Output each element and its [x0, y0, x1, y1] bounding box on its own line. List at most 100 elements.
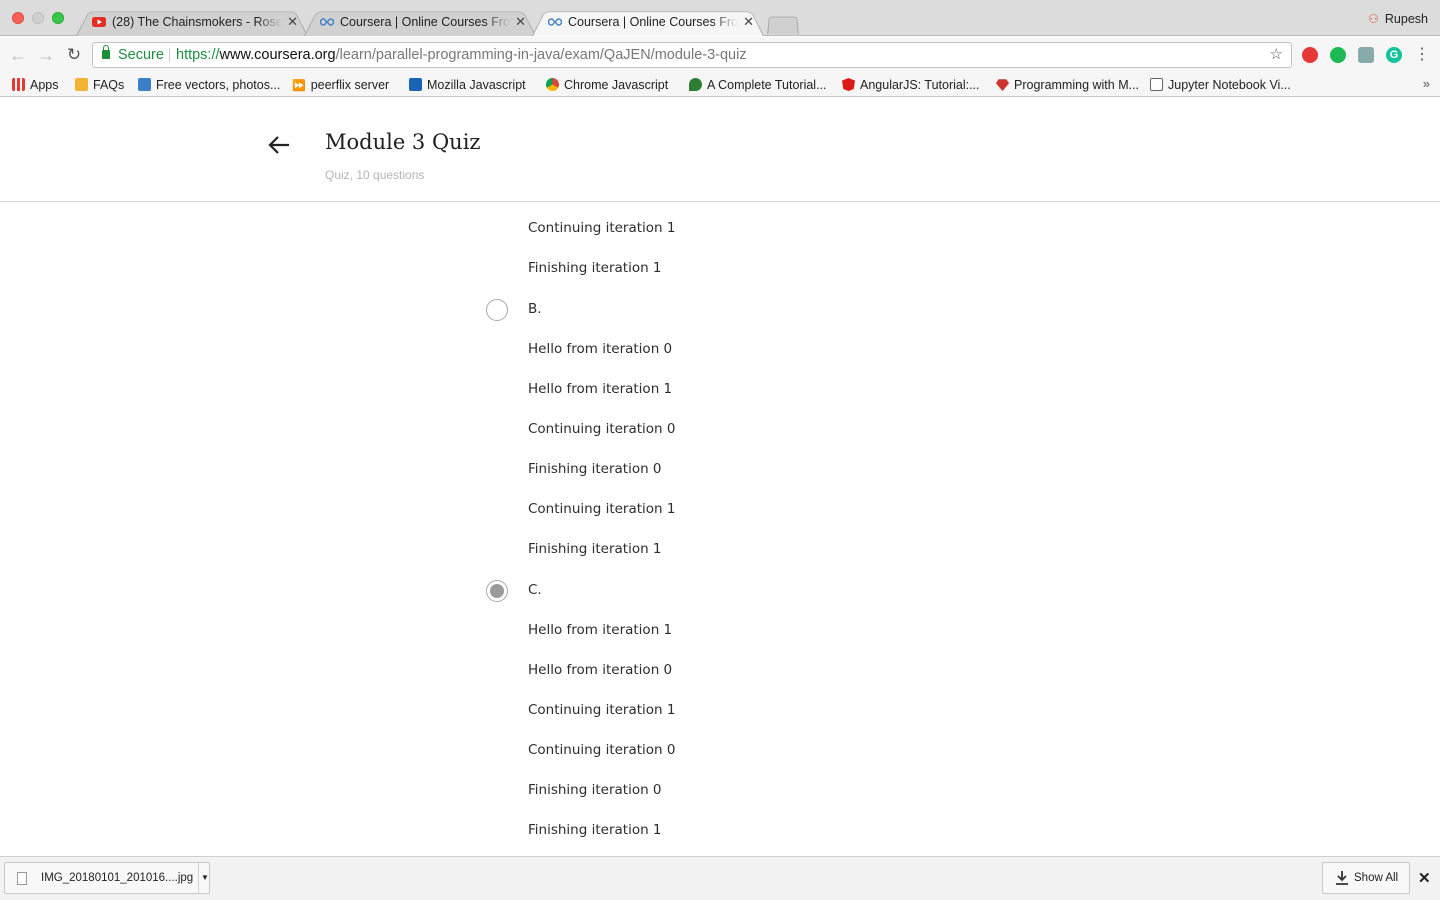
download-shelf: IMG_20180101_201016....jpg ▼ Show All ✕: [0, 856, 1440, 900]
option-c-line: Continuing iteration 1: [528, 702, 676, 718]
reload-icon[interactable]: ↻: [62, 43, 86, 67]
profile-button[interactable]: ⚇ Rupesh: [1368, 12, 1428, 26]
bookmark-programming[interactable]: Programming with M...: [996, 76, 1139, 94]
tab-title: Coursera | Online Courses From: [340, 15, 510, 29]
option-b-line: Continuing iteration 1: [528, 501, 676, 517]
option-a-line: Finishing iteration 1: [528, 260, 662, 276]
bookmark-mozilla[interactable]: Mozilla Javascript: [409, 76, 526, 94]
bookmark-peerflix[interactable]: ⏩ peerflix server: [292, 76, 389, 94]
page-subtitle: Quiz, 10 questions: [325, 168, 425, 182]
bookmark-tutorial[interactable]: A Complete Tutorial...: [689, 76, 827, 94]
option-c-label[interactable]: C.: [528, 582, 542, 598]
profile-name: Rupesh: [1384, 12, 1428, 26]
coursera-icon: [320, 18, 334, 26]
extension-satellite-icon[interactable]: [1358, 47, 1374, 63]
bookmark-jupyter[interactable]: Jupyter Notebook Vi...: [1150, 76, 1291, 94]
url-text: https://www.coursera.org/learn/parallel-…: [176, 43, 747, 67]
url-scheme: https://: [176, 47, 220, 63]
youtube-icon: [92, 17, 106, 27]
bookmark-freepik[interactable]: Free vectors, photos...: [138, 76, 280, 94]
more-bookmarks-icon[interactable]: »: [1423, 76, 1430, 91]
bookmark-angularjs[interactable]: AngularJS: Tutorial:...: [842, 76, 980, 94]
page-title: Module 3 Quiz: [325, 130, 481, 154]
minimize-window-button[interactable]: [32, 12, 44, 24]
browser-menu-icon[interactable]: ⋮: [1414, 45, 1430, 65]
bookmark-label: Free vectors, photos...: [156, 78, 281, 92]
tab-title: Coursera | Online Courses From: [568, 15, 738, 29]
close-tab-icon[interactable]: ✕: [287, 8, 298, 36]
show-all-label: Show All: [1354, 872, 1399, 884]
freepik-icon: [138, 78, 151, 91]
bookmark-faqs[interactable]: FAQs: [75, 76, 124, 94]
bookmark-apps[interactable]: Apps: [12, 76, 59, 94]
tab-title: (28) The Chainsmokers - Roses: [112, 15, 282, 29]
option-b-line: Finishing iteration 1: [528, 541, 662, 557]
bookmark-label: A Complete Tutorial...: [707, 78, 827, 92]
tab-coursera[interactable]: Coursera | Online Courses From ✕: [304, 8, 536, 36]
chrome-icon: [546, 78, 559, 91]
new-tab-button[interactable]: [767, 16, 799, 35]
angular-icon: [842, 78, 855, 91]
secure-label: Secure: [118, 47, 164, 63]
bookmark-label: Chrome Javascript: [564, 78, 669, 92]
bookmark-label: Mozilla Javascript: [427, 78, 526, 92]
lock-icon: [102, 45, 110, 59]
nbviewer-icon: [1150, 78, 1163, 91]
extension-grammarly-icon[interactable]: G: [1386, 47, 1402, 63]
coursera-icon: [548, 18, 562, 26]
option-b-line: Hello from iteration 0: [528, 341, 673, 357]
close-tab-icon[interactable]: ✕: [515, 8, 526, 36]
bookmark-label: Apps: [30, 78, 59, 92]
option-c-line: Finishing iteration 0: [528, 782, 662, 798]
option-c-radio[interactable]: [486, 580, 508, 602]
folder-icon: [75, 78, 88, 91]
ruby-icon: [996, 79, 1009, 91]
quiz-header: Module 3 Quiz Quiz, 10 questions: [0, 98, 1440, 202]
option-c-line: Hello from iteration 1: [528, 622, 673, 638]
close-icon[interactable]: ✕: [1418, 869, 1431, 887]
fast-forward-icon: ⏩: [292, 80, 306, 92]
forward-arrow-icon[interactable]: →: [34, 43, 58, 67]
quiz-content: Continuing iteration 1 Finishing iterati…: [0, 203, 1440, 856]
tab-youtube[interactable]: (28) The Chainsmokers - Roses ✕: [76, 8, 308, 36]
url-host: www.coursera.org: [219, 47, 336, 63]
extension-chat-icon[interactable]: [1330, 47, 1346, 63]
divider: [169, 48, 170, 62]
apps-grid-icon: [12, 78, 25, 91]
bookmark-star-icon[interactable]: ☆: [1270, 43, 1283, 67]
address-bar[interactable]: Secure https://www.coursera.org/learn/pa…: [92, 42, 1292, 68]
option-b-radio[interactable]: [486, 299, 508, 321]
close-tab-icon[interactable]: ✕: [743, 8, 754, 36]
tab-strip: (28) The Chainsmokers - Roses ✕ Coursera…: [0, 0, 1440, 36]
chevron-down-icon[interactable]: ▼: [198, 863, 211, 893]
option-c-line: Continuing iteration 0: [528, 742, 676, 758]
close-window-button[interactable]: [12, 12, 24, 24]
extension-adblock-icon[interactable]: [1302, 47, 1318, 63]
bookmarks-bar: Apps FAQs Free vectors, photos... ⏩ peerf…: [0, 73, 1440, 97]
download-file-name: IMG_20180101_201016....jpg: [41, 872, 194, 884]
bookmark-label: FAQs: [93, 78, 125, 92]
zoom-window-button[interactable]: [52, 12, 64, 24]
bookmark-label: Jupyter Notebook Vi...: [1168, 78, 1291, 92]
back-arrow-icon[interactable]: ←: [6, 43, 30, 67]
mozilla-icon: [409, 78, 422, 91]
tab-coursera-active[interactable]: Coursera | Online Courses From ✕: [532, 8, 764, 36]
profile-icon: ⚇: [1368, 12, 1379, 26]
option-a-line: Continuing iteration 1: [528, 220, 676, 236]
bookmark-label: Programming with M...: [1014, 78, 1140, 92]
option-b-label[interactable]: B.: [528, 301, 542, 317]
option-c-line: Finishing iteration 1: [528, 822, 662, 838]
option-b-line: Finishing iteration 0: [528, 461, 662, 477]
leaf-icon: [689, 78, 702, 91]
image-file-icon: [17, 872, 27, 885]
bookmark-chrome[interactable]: Chrome Javascript: [546, 76, 668, 94]
browser-toolbar: ← → ↻ Secure https://www.coursera.org/le…: [0, 37, 1440, 73]
bookmark-label: peerflix server: [310, 78, 390, 92]
back-arrow-icon[interactable]: [266, 132, 292, 158]
download-item[interactable]: IMG_20180101_201016....jpg ▼: [4, 862, 210, 894]
show-all-downloads-button[interactable]: Show All: [1322, 862, 1410, 894]
option-c-line: Hello from iteration 0: [528, 662, 673, 678]
url-path: /learn/parallel-programming-in-java/exam…: [335, 47, 747, 63]
bookmark-label: AngularJS: Tutorial:...: [860, 78, 980, 92]
option-b-line: Continuing iteration 0: [528, 421, 676, 437]
